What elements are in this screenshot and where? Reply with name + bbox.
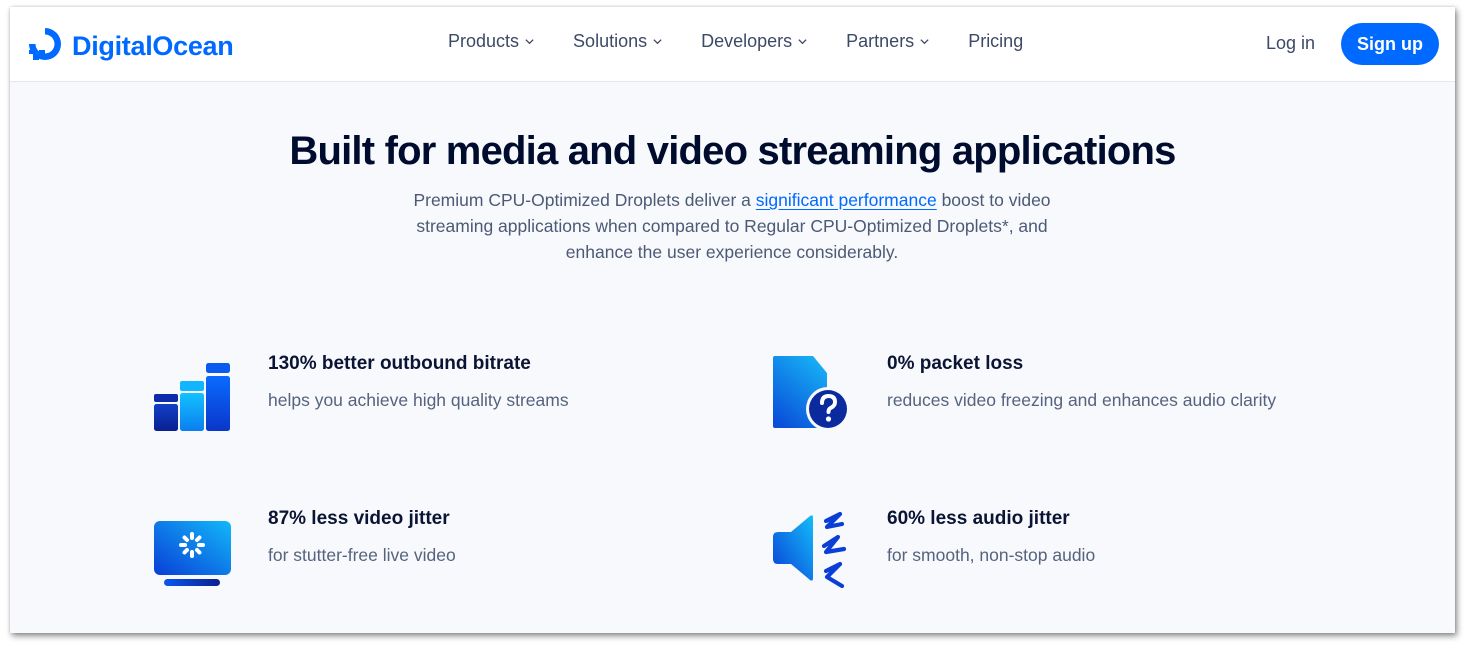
nav-label: Developers xyxy=(701,31,793,51)
page-title: Built for media and video streaming appl… xyxy=(289,129,1176,173)
hero-description: Premium CPU-Optimized Droplets deliver a… xyxy=(382,187,1082,265)
brand-name: DigitalOcean xyxy=(72,31,234,61)
chevron-down-icon xyxy=(653,39,662,45)
feature-description: helps you achieve high quality streams xyxy=(268,390,569,410)
speaker-jitter-icon xyxy=(773,511,847,588)
feature-title: 87% less video jitter xyxy=(268,508,450,529)
nav-label: Solutions xyxy=(573,31,648,51)
main-nav: Products Solutions Developers Partners P… xyxy=(448,31,1061,52)
nav-partners[interactable]: Partners xyxy=(846,31,930,52)
hero-desc-text: Premium CPU-Optimized Droplets deliver a xyxy=(413,190,756,210)
feature-text: 87% less video jitter for stutter-free l… xyxy=(268,508,456,566)
monitor-loading-icon xyxy=(154,521,231,586)
nav-label: Pricing xyxy=(968,31,1024,51)
feature-text: 130% better outbound bitrate helps you a… xyxy=(268,353,569,411)
feature-text: 60% less audio jitter for smooth, non-st… xyxy=(887,508,1095,566)
browser-window: DigitalOcean Products Solutions Develope… xyxy=(10,7,1455,633)
feature-title: 130% better outbound bitrate xyxy=(268,353,531,374)
feature-title: 60% less audio jitter xyxy=(887,508,1070,529)
feature-description: reduces video freezing and enhances audi… xyxy=(887,390,1277,410)
nav-label: Partners xyxy=(846,31,915,51)
logo-link[interactable]: DigitalOcean xyxy=(27,26,234,67)
chevron-down-icon xyxy=(920,39,929,45)
nav-developers[interactable]: Developers xyxy=(701,31,808,52)
significant-performance-link[interactable]: significant performance xyxy=(756,190,937,210)
nav-label: Products xyxy=(448,31,520,51)
site-header: DigitalOcean Products Solutions Develope… xyxy=(10,7,1455,82)
feature-description: for smooth, non-stop audio xyxy=(887,545,1096,565)
digitalocean-logo-icon xyxy=(27,26,63,67)
feature-title: 0% packet loss xyxy=(887,353,1024,374)
chevron-down-icon xyxy=(798,39,807,45)
file-question-icon xyxy=(773,356,850,431)
bar-chart-icon xyxy=(154,363,230,431)
signup-button[interactable]: Sign up xyxy=(1341,23,1439,65)
nav-solutions[interactable]: Solutions xyxy=(573,31,663,52)
nav-pricing[interactable]: Pricing xyxy=(968,31,1023,52)
chevron-down-icon xyxy=(525,39,534,45)
login-link[interactable]: Log in xyxy=(1266,33,1315,54)
feature-text: 0% packet loss reduces video freezing an… xyxy=(887,353,1276,411)
feature-description: for stutter-free live video xyxy=(268,545,456,565)
nav-products[interactable]: Products xyxy=(448,31,535,52)
